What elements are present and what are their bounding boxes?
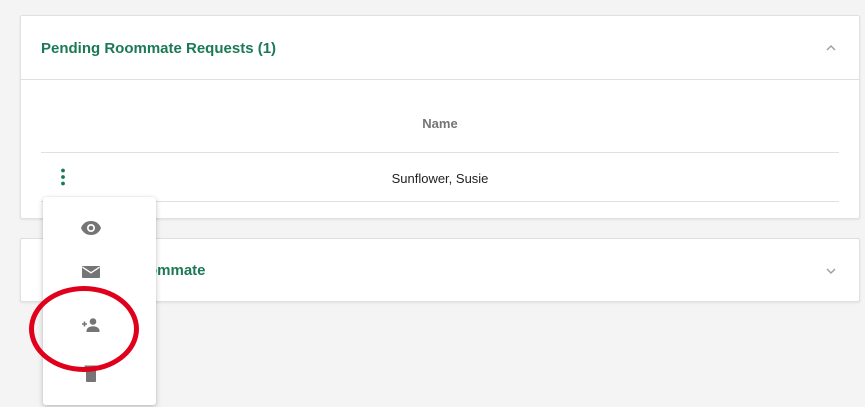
delete-menu-item[interactable] bbox=[43, 350, 156, 398]
row-action-menu bbox=[43, 197, 156, 405]
view-menu-item[interactable] bbox=[43, 204, 156, 252]
chevron-down-icon[interactable] bbox=[823, 263, 839, 279]
pending-requests-header[interactable]: Pending Roommate Requests (1) bbox=[21, 16, 859, 80]
envelope-icon bbox=[82, 266, 100, 278]
panel-title: Pending Roommate Requests (1) bbox=[41, 40, 277, 57]
clipped-top-text bbox=[380, 0, 800, 6]
chevron-up-icon[interactable] bbox=[823, 40, 839, 56]
panel-title: ommate bbox=[148, 262, 206, 279]
column-header-name: Name bbox=[422, 116, 458, 131]
add-roommate-menu-item[interactable] bbox=[43, 301, 156, 349]
table-header: Name bbox=[41, 79, 839, 153]
trash-icon bbox=[84, 365, 98, 382]
email-menu-item[interactable] bbox=[43, 248, 156, 296]
eye-icon bbox=[81, 221, 101, 235]
pending-requests-panel: Pending Roommate Requests (1) Name Sunfl… bbox=[20, 15, 860, 219]
table-row: Sunflower, Susie bbox=[41, 153, 839, 202]
add-person-icon bbox=[82, 318, 100, 332]
roommate-name-cell: Sunflower, Susie bbox=[391, 171, 489, 186]
